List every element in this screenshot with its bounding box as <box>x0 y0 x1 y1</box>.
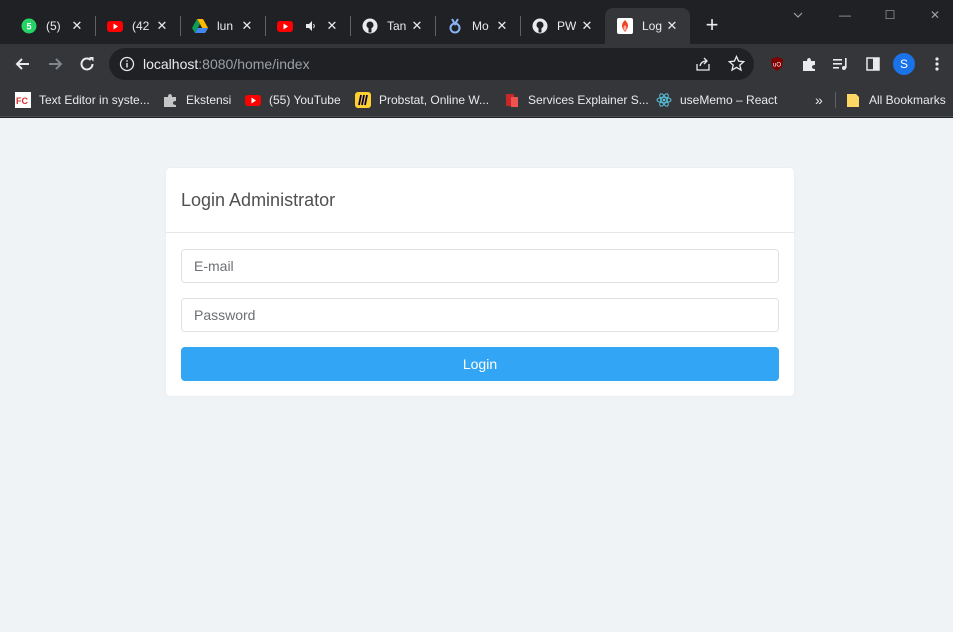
password-field[interactable] <box>181 298 779 332</box>
profile-avatar[interactable]: S <box>893 53 915 75</box>
youtube-icon <box>245 92 261 108</box>
tab-close-icon[interactable]: ✕ <box>69 18 85 34</box>
tab-close-icon[interactable]: ✕ <box>664 18 680 34</box>
tab-close-icon[interactable]: ✕ <box>154 18 170 34</box>
tab-strip: 5 (5) ✕ (42 ✕ lun ✕ ✕ Tan ✕ Mo ✕ PW ✕ Lo… <box>0 0 953 44</box>
reload-icon <box>80 57 94 71</box>
react-icon <box>656 92 672 108</box>
bookmark-youtube[interactable]: (55) YouTube <box>245 91 341 109</box>
share-icon[interactable] <box>695 56 711 77</box>
new-tab-button[interactable]: + <box>700 13 724 37</box>
all-bookmarks-label: All Bookmarks <box>869 93 946 107</box>
site-info-icon[interactable] <box>119 56 135 72</box>
forward-button[interactable] <box>43 52 67 76</box>
reload-button[interactable] <box>75 52 99 76</box>
url-text[interactable]: localhost:8080/home/index <box>143 56 310 72</box>
bookmark-probstat[interactable]: Probstat, Online W... <box>355 91 489 109</box>
browser-menu-icon[interactable] <box>925 52 949 76</box>
all-bookmarks-button[interactable]: All Bookmarks <box>845 91 946 109</box>
puzzle-icon <box>162 92 178 108</box>
tab-google-drive[interactable]: lun ✕ <box>180 8 265 44</box>
bookmark-ekstensi[interactable]: Ekstensi <box>162 91 231 109</box>
tab-title: lun <box>217 19 234 33</box>
tab-close-icon[interactable]: ✕ <box>579 18 595 34</box>
bookmark-label: Ekstensi <box>186 93 232 107</box>
window-close-button[interactable]: ✕ <box>912 4 953 26</box>
folder-icon <box>845 92 861 108</box>
bookmark-label: (55) YouTube <box>269 93 341 107</box>
tab-close-icon[interactable]: ✕ <box>324 18 340 34</box>
ublock-extension-icon[interactable]: uO <box>765 52 789 76</box>
miro-icon <box>355 92 371 108</box>
bookmark-text-editor[interactable]: FC Text Editor in syste... <box>15 91 150 109</box>
bookmarks-bar: FC Text Editor in syste... Ekstensi (55)… <box>0 84 953 117</box>
svg-text:FC: FC <box>16 96 28 106</box>
mo-app-icon <box>447 18 463 34</box>
page-content: Login Administrator Login <box>0 118 953 632</box>
media-controls-icon[interactable] <box>829 52 853 76</box>
tab-search-chevron-icon[interactable] <box>775 4 821 26</box>
tab-close-icon[interactable]: ✕ <box>409 18 425 34</box>
tab-whatsapp[interactable]: 5 (5) ✕ <box>9 8 95 44</box>
svg-text:5: 5 <box>26 22 31 32</box>
address-bar[interactable]: localhost:8080/home/index <box>109 48 754 80</box>
forward-arrow-icon <box>49 58 63 70</box>
tab-youtube-audio[interactable]: ✕ <box>265 8 350 44</box>
bookmark-usememo[interactable]: useMemo – React <box>656 91 777 109</box>
back-arrow-icon <box>15 58 29 70</box>
url-host: localhost <box>143 56 199 72</box>
extensions-puzzle-icon[interactable] <box>797 52 821 76</box>
github-icon <box>532 18 548 34</box>
tab-title: (5) <box>46 19 61 33</box>
tab-title: Tan <box>387 19 407 33</box>
tab-github-pw[interactable]: PW ✕ <box>520 8 605 44</box>
tab-github[interactable]: Tan ✕ <box>350 8 435 44</box>
tab-title: Log <box>642 19 663 33</box>
tab-login-active[interactable]: Log ✕ <box>605 8 690 44</box>
tab-mo[interactable]: Mo ✕ <box>435 8 520 44</box>
bookmark-services-explainer[interactable]: Services Explainer S... <box>504 91 649 109</box>
side-panel-icon[interactable] <box>861 52 885 76</box>
tab-title: Mo <box>472 19 489 33</box>
youtube-icon <box>277 18 293 34</box>
youtube-icon <box>107 18 123 34</box>
bookmarks-overflow-button[interactable]: » <box>815 91 823 109</box>
tab-close-icon[interactable]: ✕ <box>239 18 255 34</box>
email-field[interactable] <box>181 249 779 283</box>
svg-text:uO: uO <box>773 63 781 69</box>
login-card: Login Administrator Login <box>166 168 794 396</box>
login-button[interactable]: Login <box>181 347 779 381</box>
tab-title: PW <box>557 19 577 33</box>
bookmark-red-icon <box>504 92 520 108</box>
overflow-chevron-icon: » <box>815 92 823 108</box>
whatsapp-icon: 5 <box>21 18 37 34</box>
back-button[interactable] <box>11 52 35 76</box>
bookmark-label: Probstat, Online W... <box>379 93 490 107</box>
card-header: Login Administrator <box>166 168 794 233</box>
tab-close-icon[interactable]: ✕ <box>494 18 510 34</box>
speaker-icon[interactable] <box>303 18 319 34</box>
codeigniter-icon <box>617 18 633 34</box>
bookmark-label: Text Editor in syste... <box>39 93 150 107</box>
minimize-button[interactable]: — <box>822 4 868 26</box>
tab-youtube[interactable]: (42 ✕ <box>95 8 180 44</box>
github-icon <box>362 18 378 34</box>
tab-title: (42 <box>132 19 150 33</box>
fc-icon: FC <box>15 92 31 108</box>
bookmark-label: useMemo – React <box>680 93 778 107</box>
login-title: Login Administrator <box>181 190 336 210</box>
url-path: :8080/home/index <box>198 56 310 72</box>
browser-toolbar: localhost:8080/home/index uO S <box>0 44 953 84</box>
bookmark-star-icon[interactable] <box>727 54 746 77</box>
google-drive-icon <box>192 18 208 34</box>
bookmarks-divider <box>835 92 836 108</box>
bookmark-label: Services Explainer S... <box>528 93 649 107</box>
maximize-button[interactable]: ☐ <box>867 4 913 26</box>
